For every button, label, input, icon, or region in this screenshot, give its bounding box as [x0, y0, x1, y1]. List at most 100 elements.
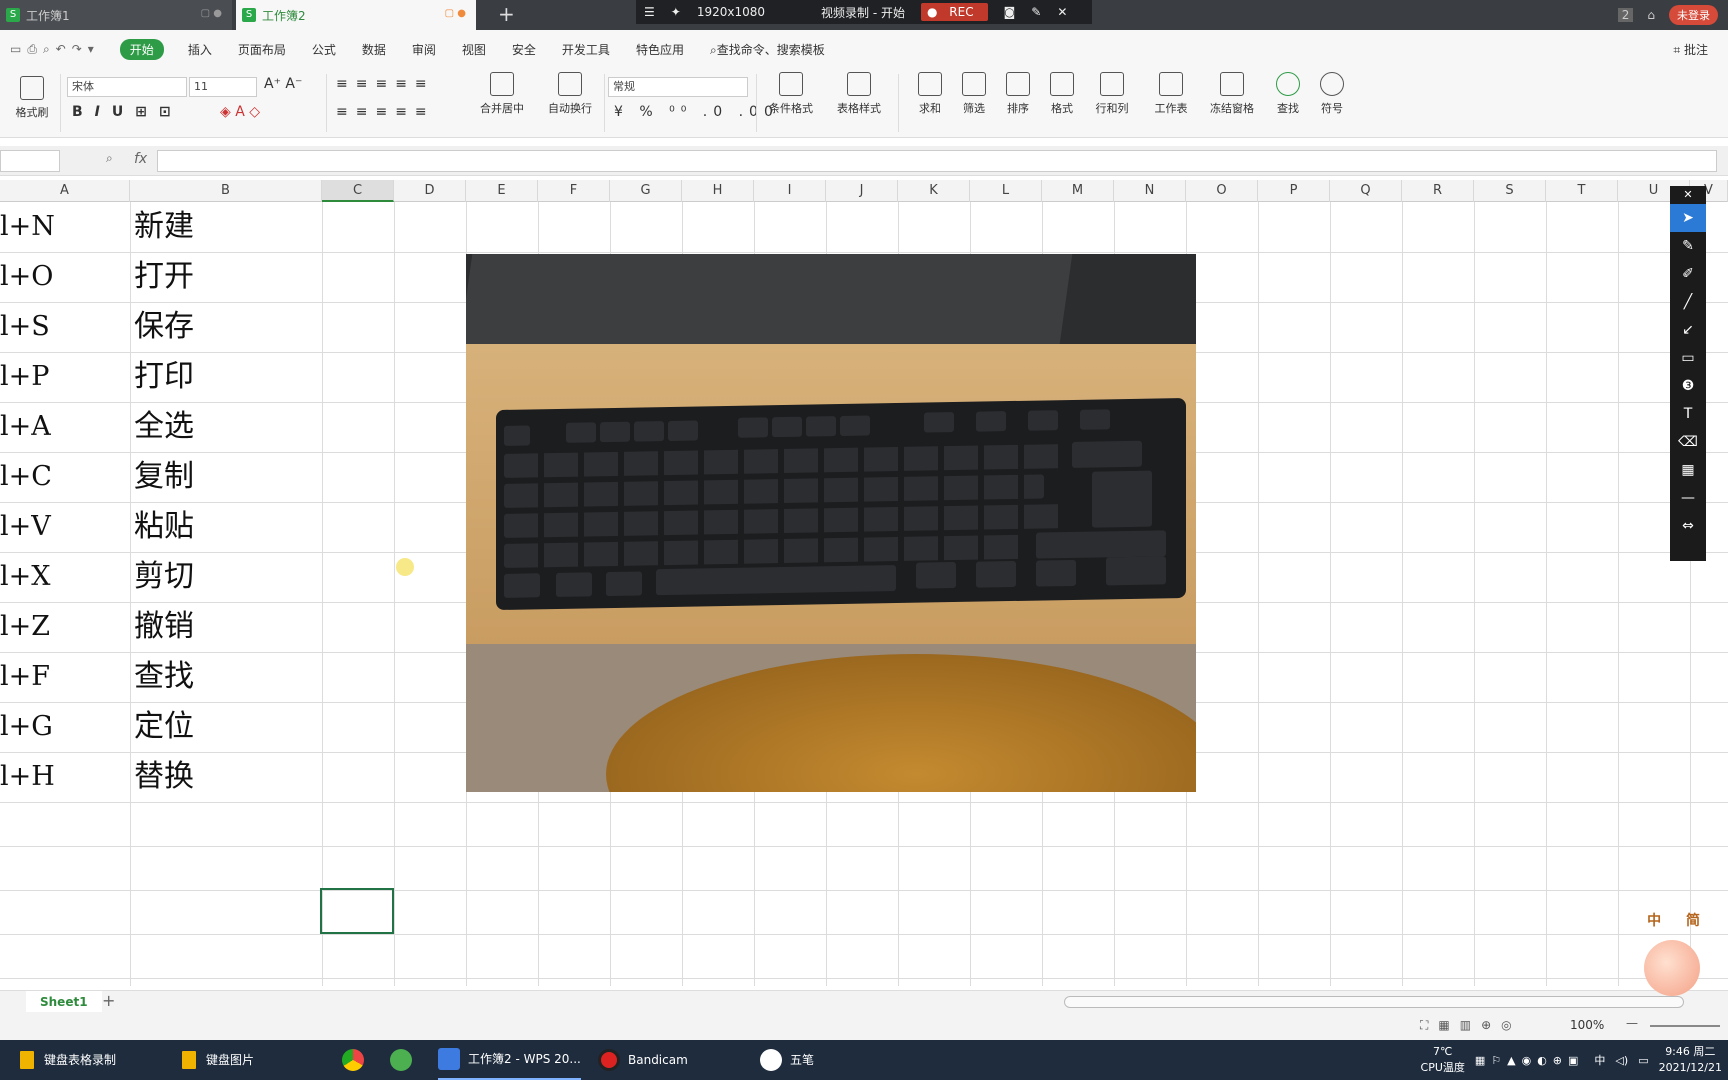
column-header-s[interactable]: S — [1474, 180, 1546, 202]
column-header-n[interactable]: N — [1114, 180, 1186, 202]
tab-workbook1[interactable]: S 工作簿1 ▢ ● — [0, 0, 232, 30]
column-header-i[interactable]: I — [754, 180, 826, 202]
column-header-r[interactable]: R — [1402, 180, 1474, 202]
menu-review[interactable]: 审阅 — [412, 41, 436, 58]
taskbar-app[interactable] — [390, 1040, 420, 1080]
cell-b2[interactable]: 打开 — [134, 252, 194, 302]
zoom-slider[interactable] — [1650, 1025, 1720, 1027]
name-box[interactable] — [0, 150, 60, 172]
wrap-text-button[interactable]: 自动换行 — [542, 72, 598, 116]
login-button[interactable]: 未登录 — [1669, 5, 1718, 25]
view-mode-icons[interactable]: ⛶▦▥⊕◎ — [1420, 1018, 1522, 1033]
line-icon[interactable]: ╱ — [1670, 288, 1706, 316]
horizontal-scrollbar[interactable] — [1064, 996, 1684, 1008]
cell-a12[interactable]: l+H — [0, 752, 128, 802]
column-header-e[interactable]: E — [466, 180, 538, 202]
sheet-tab-sheet1[interactable]: Sheet1 — [26, 991, 102, 1013]
table-style-button[interactable]: 表格样式 — [830, 72, 888, 116]
keyboard-photo[interactable] — [466, 254, 1196, 792]
menu-security[interactable]: 安全 — [512, 41, 536, 58]
column-header-m[interactable]: M — [1042, 180, 1114, 202]
cell-b12[interactable]: 替换 — [134, 752, 194, 802]
tray-icons[interactable]: ▦⚐▲◉◐⊕▣ — [1475, 1054, 1585, 1067]
sort-button[interactable]: 排序 — [998, 72, 1038, 116]
pen-icon[interactable]: ✎ — [1031, 5, 1041, 19]
close-icon[interactable]: ✕ — [1670, 186, 1706, 204]
row-col-button[interactable]: 行和列 — [1090, 72, 1134, 116]
taskbar-folder-recording[interactable]: 键盘表格录制 — [20, 1040, 116, 1080]
menu-icon[interactable]: ☰ — [644, 5, 655, 19]
column-header-f[interactable]: F — [538, 180, 610, 202]
column-header-b[interactable]: B — [130, 180, 322, 202]
number-format-select[interactable]: 常规 — [608, 77, 748, 97]
column-header-l[interactable]: L — [970, 180, 1042, 202]
column-header-t[interactable]: T — [1546, 180, 1618, 202]
menu-features[interactable]: 特色应用 — [636, 41, 684, 58]
cell-a10[interactable]: l+F — [0, 652, 128, 702]
font-color-icons[interactable]: ◈ A ◇ — [220, 104, 260, 120]
column-header-h[interactable]: H — [682, 180, 754, 202]
cell-b10[interactable]: 查找 — [134, 652, 194, 702]
arrow-icon[interactable]: ↙ — [1670, 316, 1706, 344]
taskbar-folder-images[interactable]: 键盘图片 — [182, 1040, 254, 1080]
text-icon[interactable]: T — [1670, 400, 1706, 428]
menu-start[interactable]: 开始 — [119, 38, 164, 60]
skin-icon[interactable]: ⌂ — [1647, 8, 1655, 22]
expand-icon[interactable]: ⇔ — [1670, 512, 1706, 540]
close-dot-icon[interactable]: ▢ ● — [201, 8, 222, 19]
cell-b4[interactable]: 打印 — [134, 352, 194, 402]
rec-button[interactable]: ● REC — [920, 3, 988, 21]
cell-b9[interactable]: 撤销 — [134, 602, 194, 652]
zoom-icon[interactable]: ⌕ — [106, 151, 113, 166]
cell-a7[interactable]: l+V — [0, 502, 128, 552]
line-width-icon[interactable]: — — [1670, 484, 1706, 512]
freeze-panes-button[interactable]: 冻结窗格 — [1202, 72, 1262, 116]
filter-button[interactable]: 筛选 — [954, 72, 994, 116]
pin-icon[interactable]: ✦ — [671, 5, 681, 19]
cell-a9[interactable]: l+Z — [0, 602, 128, 652]
new-tab-plus-icon[interactable]: + — [498, 2, 515, 26]
align-bottom-icons[interactable]: ≡≡≡≡≡ — [336, 104, 435, 120]
cell-a5[interactable]: l+A — [0, 402, 128, 452]
selected-cell[interactable] — [320, 888, 394, 934]
rectangle-icon[interactable]: ▭ — [1670, 344, 1706, 372]
cell-a11[interactable]: l+G — [0, 702, 128, 752]
close-dot-icon[interactable]: ▢ ● — [445, 8, 466, 19]
cell-a3[interactable]: l+S — [0, 302, 128, 352]
cell-b1[interactable]: 新建 — [134, 202, 194, 252]
search-command[interactable]: ⌕查找命令、搜索模板 — [710, 41, 825, 58]
column-header-p[interactable]: P — [1258, 180, 1330, 202]
zoom-out-icon[interactable]: — — [1626, 1016, 1638, 1030]
menu-developer[interactable]: 开发工具 — [562, 41, 610, 58]
taskbar-wubi[interactable]: 五笔 — [760, 1040, 814, 1080]
highlighter-icon[interactable]: ✐ — [1670, 260, 1706, 288]
cell-b3[interactable]: 保存 — [134, 302, 194, 352]
column-header-c[interactable]: C — [322, 180, 394, 202]
worksheet-button[interactable]: 工作表 — [1146, 72, 1196, 116]
pencil-icon[interactable]: ✎ — [1670, 232, 1706, 260]
column-header-d[interactable]: D — [394, 180, 466, 202]
taskbar-chrome[interactable] — [342, 1040, 372, 1080]
column-header-g[interactable]: G — [610, 180, 682, 202]
cell-b5[interactable]: 全选 — [134, 402, 194, 452]
cell-a2[interactable]: l+O — [0, 252, 128, 302]
sum-button[interactable]: 求和 — [910, 72, 950, 116]
taskbar-wps[interactable]: 工作簿2 - WPS 20... — [438, 1040, 581, 1080]
cell-b11[interactable]: 定位 — [134, 702, 194, 752]
column-header-q[interactable]: Q — [1330, 180, 1402, 202]
format-button[interactable]: 格式 — [1042, 72, 1082, 116]
format-painter-button[interactable]: 格式刷 — [12, 76, 52, 120]
cell-a6[interactable]: l+C — [0, 452, 128, 502]
cell-a4[interactable]: l+P — [0, 352, 128, 402]
cell-b8[interactable]: 剪切 — [134, 552, 194, 602]
font-style-icons[interactable]: BIU⊞⊡ — [72, 104, 183, 120]
align-top-icons[interactable]: ≡≡≡≡≡ — [336, 76, 435, 92]
menu-view[interactable]: 视图 — [462, 41, 486, 58]
find-button[interactable]: 查找 — [1268, 72, 1308, 116]
column-header-k[interactable]: K — [898, 180, 970, 202]
clock[interactable]: 9:46 周二 2021/12/21 — [1659, 1044, 1722, 1076]
column-header-a[interactable]: A — [0, 180, 130, 202]
menu-data[interactable]: 数据 — [362, 41, 386, 58]
add-sheet-icon[interactable]: + — [102, 991, 115, 1010]
symbol-button[interactable]: 符号 — [1312, 72, 1352, 116]
